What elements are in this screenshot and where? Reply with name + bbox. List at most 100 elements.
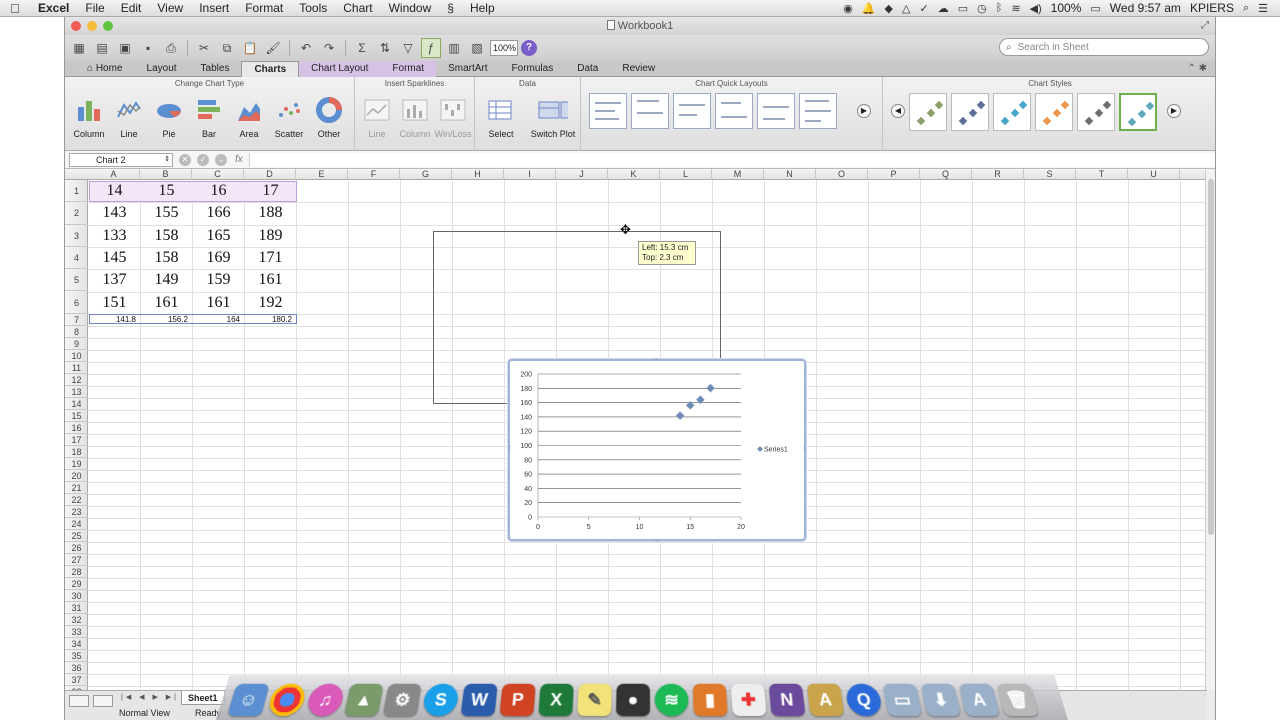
table-cell[interactable]: 159 — [193, 269, 244, 291]
fullscreen-icon[interactable]: ⤢ — [1201, 17, 1209, 35]
row-header[interactable]: 32 — [65, 614, 88, 626]
spreadsheet-grid[interactable]: ABCDEFGHIJKLMNOPQRSTU 1 2 3 4 5 6 7 8 9 10 11 12 13 1… — [65, 169, 1207, 708]
column-header[interactable]: C — [192, 169, 244, 180]
autosum-icon[interactable]: Σ — [352, 38, 372, 58]
row-header[interactable]: 7 — [65, 314, 88, 326]
bar-chart-button[interactable]: Bar — [189, 93, 229, 147]
new-from-template-icon[interactable]: ▦ — [69, 38, 89, 58]
table-cell[interactable]: 17 — [245, 180, 296, 202]
resize-handle-bottom[interactable]: ⋯ — [653, 538, 659, 545]
close-button[interactable] — [71, 21, 81, 31]
undo-icon[interactable]: ↶ — [296, 38, 316, 58]
sheet-nav-arrows-icon[interactable]: |◀ ◀ ▶ ▶| — [121, 693, 179, 701]
row-header[interactable]: 21 — [65, 482, 88, 494]
row-header[interactable]: 19 — [65, 458, 88, 470]
quick-layout-2[interactable] — [631, 93, 669, 129]
quicktime-icon[interactable]: Q — [844, 683, 884, 717]
tab-tables[interactable]: Tables — [189, 61, 242, 77]
table-cell[interactable]: 161 — [245, 269, 296, 291]
row-header[interactable]: 27 — [65, 554, 88, 566]
table-cell[interactable]: 161 — [141, 292, 192, 314]
menu-tools[interactable]: Tools — [291, 1, 335, 15]
column-header[interactable]: K — [608, 169, 660, 180]
row-header[interactable]: 10 — [65, 350, 88, 362]
table-cell[interactable]: 156.2 — [141, 314, 192, 326]
column-header[interactable]: S — [1024, 169, 1076, 180]
table-cell[interactable]: 158 — [141, 225, 192, 247]
row-header[interactable]: 22 — [65, 494, 88, 506]
column-header[interactable]: J — [556, 169, 608, 180]
redo-icon[interactable]: ↷ — [319, 38, 339, 58]
row-header[interactable]: 15 — [65, 410, 88, 422]
row-header[interactable]: 36 — [65, 662, 88, 674]
gallery-icon[interactable]: ▤ — [92, 38, 112, 58]
cloud-icon[interactable]: ☁ — [938, 2, 949, 15]
resize-handle-top[interactable]: ⋯ — [653, 356, 659, 363]
table-cell[interactable]: 188 — [245, 202, 296, 224]
books-icon[interactable]: ▮ — [692, 683, 728, 717]
column-header[interactable]: F — [348, 169, 400, 180]
quick-layout-4[interactable] — [715, 93, 753, 129]
switch-plot-button[interactable]: Switch Plot — [527, 93, 579, 147]
table-cell[interactable]: 16 — [193, 180, 244, 202]
menu-help[interactable]: Help — [462, 1, 503, 15]
column-header[interactable]: D — [244, 169, 296, 180]
chrome-icon[interactable] — [266, 683, 308, 717]
scatter-chart-button[interactable]: Scatter — [269, 93, 309, 147]
iphoto-icon[interactable]: ▲ — [343, 683, 384, 717]
dictionary-icon[interactable]: A — [806, 683, 845, 717]
system-preferences-icon[interactable]: ⚙ — [382, 683, 422, 717]
menu-excel[interactable]: Excel — [30, 1, 77, 15]
table-cell[interactable]: 14 — [89, 180, 140, 202]
chart-style-6[interactable] — [1119, 93, 1157, 131]
table-cell[interactable]: 151 — [89, 292, 140, 314]
column-header[interactable]: T — [1076, 169, 1128, 180]
chart-style-3[interactable] — [993, 93, 1031, 131]
normal-view-icon[interactable] — [69, 695, 89, 707]
bell-icon[interactable]: 🔔 — [862, 2, 876, 15]
table-cell[interactable]: 143 — [89, 202, 140, 224]
row-header[interactable]: 17 — [65, 434, 88, 446]
table-cell[interactable]: 137 — [89, 269, 140, 291]
table-cell[interactable]: 145 — [89, 247, 140, 269]
resize-handle-left[interactable]: ⋮ — [507, 445, 513, 452]
cancel-entry-icon[interactable]: ✕ — [179, 153, 191, 166]
sparkline-column-button[interactable]: Column — [395, 93, 435, 147]
tab-formulas[interactable]: Formulas — [500, 61, 566, 77]
wifi-icon[interactable]: ≋ — [1011, 2, 1020, 15]
downloads-folder-icon[interactable]: ⬇ — [920, 683, 962, 717]
clock[interactable]: Wed 9:57 am — [1110, 1, 1181, 15]
tab-layout[interactable]: Layout — [135, 61, 189, 77]
column-header[interactable]: M — [712, 169, 764, 180]
cut-icon[interactable]: ✂ — [194, 38, 214, 58]
row-header[interactable]: 1 — [65, 180, 88, 203]
apple-menu-icon[interactable]:  — [0, 1, 30, 16]
paste-icon[interactable]: 📋 — [240, 38, 260, 58]
stickies-icon[interactable]: ✎ — [577, 683, 612, 717]
fx-label[interactable]: fx — [235, 154, 243, 165]
column-header[interactable]: G — [400, 169, 452, 180]
column-header[interactable]: H — [452, 169, 504, 180]
table-cell[interactable]: 169 — [193, 247, 244, 269]
menu-insert[interactable]: Insert — [191, 1, 237, 15]
row-header[interactable]: 11 — [65, 362, 88, 374]
row-header[interactable]: 23 — [65, 506, 88, 518]
row-header[interactable]: 12 — [65, 374, 88, 386]
sparkline-winloss-button[interactable]: Win/Loss — [433, 93, 473, 147]
scatter-chart[interactable]: 0 20 40 60 80 100 120 140 160 180 200 0 5 10 15 20 Serie… — [507, 356, 807, 545]
row-header[interactable]: 30 — [65, 590, 88, 602]
column-header[interactable]: L — [660, 169, 712, 180]
format-painter-icon[interactable]: 🖌 — [263, 38, 283, 58]
row-header[interactable]: 18 — [65, 446, 88, 458]
table-cell[interactable]: 141.8 — [89, 314, 140, 326]
table-cell[interactable]: 192 — [245, 292, 296, 314]
copy-icon[interactable]: ⧉ — [217, 38, 237, 58]
menu-window[interactable]: Window — [381, 1, 440, 15]
row-header[interactable]: 29 — [65, 578, 88, 590]
table-cell[interactable]: 161 — [193, 292, 244, 314]
battery-percent[interactable]: 100% — [1051, 1, 1082, 15]
table-cell[interactable]: 166 — [193, 202, 244, 224]
row-header[interactable]: 31 — [65, 602, 88, 614]
table-cell[interactable]: 155 — [141, 202, 192, 224]
stepper-icon[interactable]: ⇕ — [164, 154, 170, 166]
